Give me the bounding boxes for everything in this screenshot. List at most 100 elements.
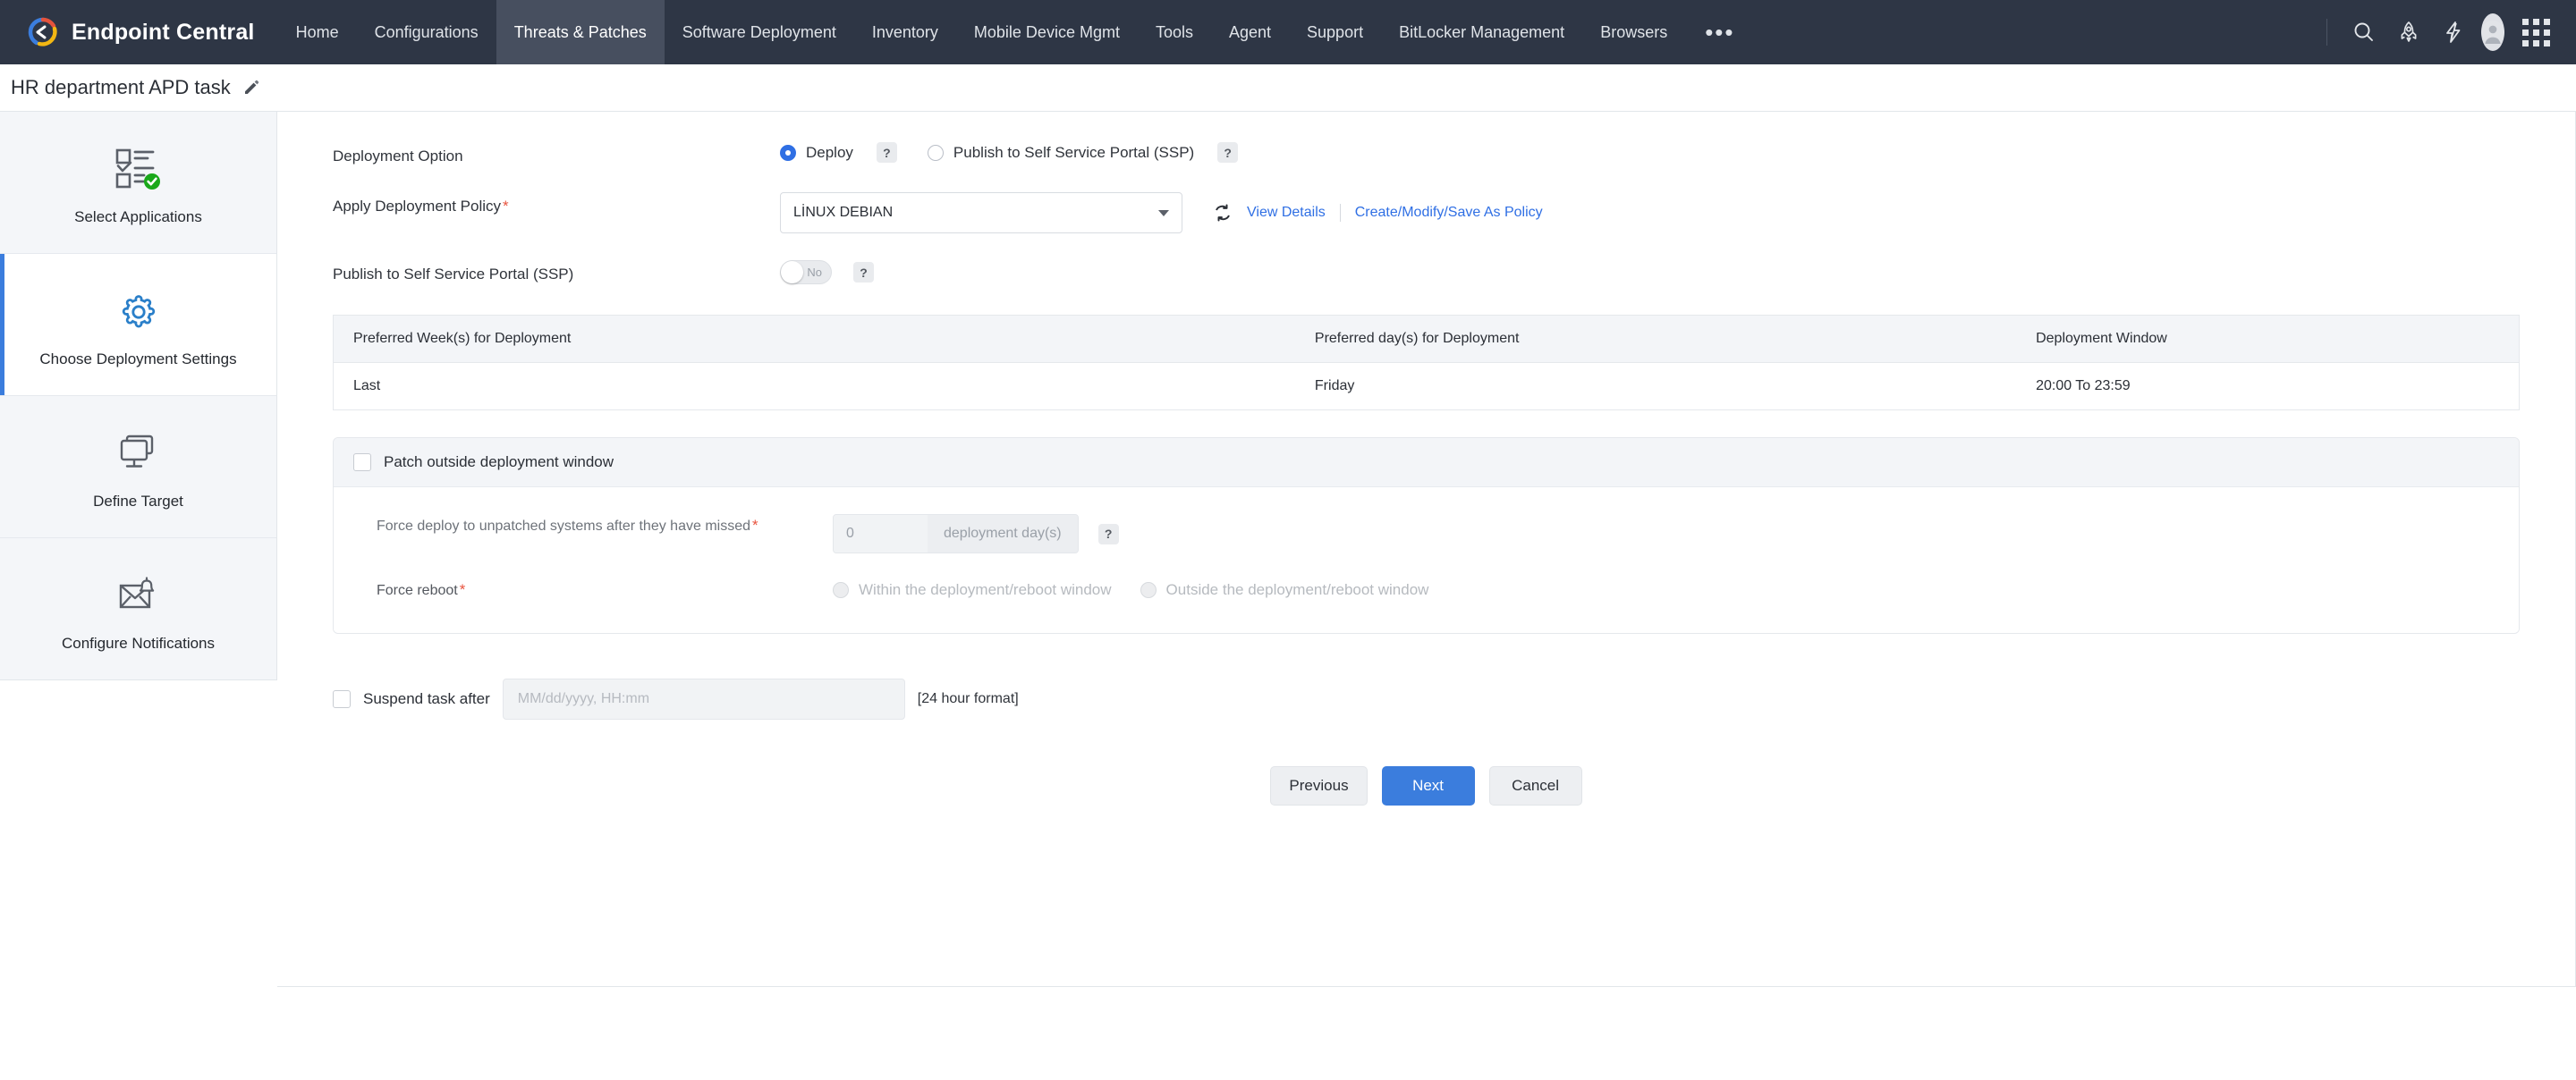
brand-logo-area[interactable]: Endpoint Central xyxy=(0,0,278,64)
nav-right-icons xyxy=(2326,0,2576,64)
checklist-done-icon xyxy=(9,142,267,198)
nav-item-agent[interactable]: Agent xyxy=(1211,0,1289,64)
force-deploy-controls: 0 deployment day(s) ? xyxy=(833,514,1119,553)
deployment-settings-form: Deployment Option Deploy ? Publish to Se… xyxy=(277,111,2576,987)
page-title: HR department APD task xyxy=(11,76,231,99)
sidebar-item-label: Define Target xyxy=(9,493,267,510)
cell-preferred-weeks: Last xyxy=(334,363,1295,409)
nav-item-threats-patches[interactable]: Threats & Patches xyxy=(496,0,665,64)
force-deploy-text: Force deploy to unpatched systems after … xyxy=(377,519,750,534)
row-force-deploy: Force deploy to unpatched systems after … xyxy=(334,514,2519,553)
nav-item-software-deployment[interactable]: Software Deployment xyxy=(665,0,854,64)
sidebar-item-configure-notifications[interactable]: Configure Notifications xyxy=(0,538,276,679)
app-grid-dots xyxy=(2522,19,2550,46)
force-reboot-text: Force reboot xyxy=(377,583,458,598)
publish-ssp-label: Publish to Self Service Portal (SSP) xyxy=(333,260,780,283)
search-icon[interactable] xyxy=(2342,10,2386,55)
radio-within-window-label: Within the deployment/reboot window xyxy=(859,581,1112,599)
bolt-icon[interactable] xyxy=(2431,10,2476,55)
help-icon-deploy[interactable]: ? xyxy=(877,142,897,163)
gear-icon xyxy=(9,284,267,340)
apply-deployment-policy-text: Apply Deployment Policy xyxy=(333,198,501,215)
force-reboot-controls: Within the deployment/reboot window Outs… xyxy=(833,581,1428,599)
apply-deployment-policy-label: Apply Deployment Policy* xyxy=(333,192,780,215)
suspend-task-label: Suspend task after xyxy=(363,690,490,708)
refresh-icon[interactable] xyxy=(1213,203,1233,223)
row-force-reboot: Force reboot* Within the deployment/rebo… xyxy=(334,578,2519,603)
page-layout: Select Applications Choose Deployment Se… xyxy=(0,111,2576,987)
nav-item-home[interactable]: Home xyxy=(278,0,357,64)
pencil-icon[interactable] xyxy=(243,80,259,96)
row-publish-ssp: Publish to Self Service Portal (SSP) No … xyxy=(277,260,2575,284)
radio-deploy[interactable]: Deploy xyxy=(780,144,853,162)
toggle-label: No xyxy=(807,266,822,279)
next-button[interactable]: Next xyxy=(1382,766,1475,806)
help-icon-publish-ssp-toggle[interactable]: ? xyxy=(853,262,874,283)
sidebar-item-select-applications[interactable]: Select Applications xyxy=(0,112,276,254)
radio-outside-window[interactable]: Outside the deployment/reboot window xyxy=(1140,581,1429,599)
row-apply-deployment-policy: Apply Deployment Policy* LİNUX DEBIAN Vi… xyxy=(277,192,2575,233)
page-title-bar: HR department APD task xyxy=(0,64,2576,111)
sidebar-item-define-target[interactable]: Define Target xyxy=(0,396,276,538)
link-divider xyxy=(1340,204,1341,222)
publish-ssp-controls: No ? xyxy=(780,260,2575,284)
row-deployment-option: Deployment Option Deploy ? Publish to Se… xyxy=(277,142,2575,165)
sidebar-item-label: Choose Deployment Settings xyxy=(9,350,267,368)
sidebar-item-choose-deployment-settings[interactable]: Choose Deployment Settings xyxy=(0,254,276,396)
deployment-policy-select[interactable]: LİNUX DEBIAN xyxy=(780,192,1182,233)
cell-preferred-days: Friday xyxy=(1295,363,2016,409)
table-row: Last Friday 20:00 To 23:59 xyxy=(334,363,2519,409)
help-icon-publish-ssp[interactable]: ? xyxy=(1217,142,1238,163)
force-deploy-days-input[interactable]: 0 xyxy=(834,515,928,553)
radio-deploy-label: Deploy xyxy=(806,144,853,162)
required-asterisk: * xyxy=(460,581,466,598)
table-header-deployment-window: Deployment Window xyxy=(2016,316,2519,362)
apply-deployment-policy-controls: LİNUX DEBIAN View Details Create/Modify/… xyxy=(780,192,2575,233)
create-modify-policy-link[interactable]: Create/Modify/Save As Policy xyxy=(1355,205,1543,221)
table-header-preferred-days: Preferred day(s) for Deployment xyxy=(1295,316,2016,362)
top-navigation-bar: Endpoint Central Home Configurations Thr… xyxy=(0,0,2576,64)
previous-button[interactable]: Previous xyxy=(1270,766,1367,806)
radio-outside-window-indicator xyxy=(1140,582,1157,598)
patch-outside-window-label: Patch outside deployment window xyxy=(384,453,614,471)
suspend-task-datetime-input[interactable]: MM/dd/yyyy, HH:mm xyxy=(503,679,905,720)
app-grid-icon[interactable] xyxy=(2513,10,2558,55)
nav-item-tools[interactable]: Tools xyxy=(1138,0,1211,64)
help-icon-force-deploy[interactable]: ? xyxy=(1098,524,1119,544)
nav-items: Home Configurations Threats & Patches So… xyxy=(278,0,1755,64)
nav-item-configurations[interactable]: Configurations xyxy=(357,0,496,64)
patch-outside-window-header[interactable]: Patch outside deployment window xyxy=(334,438,2519,487)
nav-item-mobile-device-mgmt[interactable]: Mobile Device Mgmt xyxy=(956,0,1138,64)
deployment-policy-value: LİNUX DEBIAN xyxy=(793,205,893,221)
radio-publish-ssp[interactable]: Publish to Self Service Portal (SSP) xyxy=(928,144,1194,162)
avatar-image xyxy=(2481,13,2504,51)
publish-ssp-toggle[interactable]: No xyxy=(780,260,832,284)
radio-outside-window-label: Outside the deployment/reboot window xyxy=(1166,581,1429,599)
patch-outside-window-body: Force deploy to unpatched systems after … xyxy=(334,487,2519,633)
table-header-row: Preferred Week(s) for Deployment Preferr… xyxy=(334,316,2519,363)
force-reboot-label: Force reboot* xyxy=(377,578,833,603)
mail-bell-icon xyxy=(9,569,267,624)
nav-more-button[interactable]: ••• xyxy=(1685,0,1754,64)
nav-item-support[interactable]: Support xyxy=(1289,0,1381,64)
view-details-link[interactable]: View Details xyxy=(1247,205,1326,221)
deployment-option-label: Deployment Option xyxy=(333,142,780,165)
radio-within-window-indicator xyxy=(833,582,849,598)
nav-item-inventory[interactable]: Inventory xyxy=(854,0,956,64)
required-asterisk: * xyxy=(752,517,758,534)
radio-within-window[interactable]: Within the deployment/reboot window xyxy=(833,581,1112,599)
force-deploy-input-group[interactable]: 0 deployment day(s) xyxy=(833,514,1079,553)
avatar[interactable] xyxy=(2476,13,2513,51)
patch-outside-window-checkbox[interactable] xyxy=(353,453,371,471)
deployment-option-controls: Deploy ? Publish to Self Service Portal … xyxy=(780,142,2575,163)
rocket-icon[interactable] xyxy=(2386,10,2431,55)
table-header-preferred-weeks: Preferred Week(s) for Deployment xyxy=(334,316,1295,362)
brand-name: Endpoint Central xyxy=(72,20,255,46)
force-deploy-unit-label: deployment day(s) xyxy=(928,515,1078,553)
nav-item-browsers[interactable]: Browsers xyxy=(1582,0,1685,64)
cancel-button[interactable]: Cancel xyxy=(1489,766,1582,806)
suspend-task-checkbox[interactable] xyxy=(333,690,351,708)
suspend-task-row: Suspend task after MM/dd/yyyy, HH:mm [24… xyxy=(333,679,2575,720)
toggle-knob xyxy=(781,261,803,283)
nav-item-bitlocker-management[interactable]: BitLocker Management xyxy=(1381,0,1582,64)
